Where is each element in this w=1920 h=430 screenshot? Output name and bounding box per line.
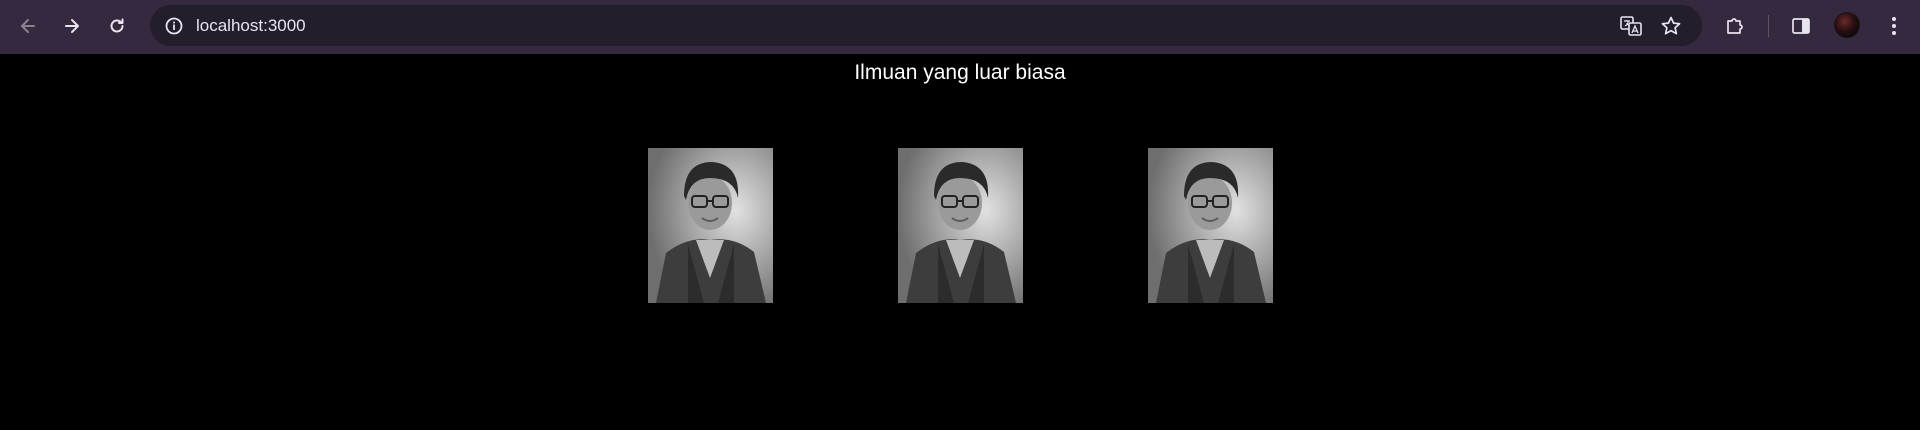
side-panel-button[interactable] <box>1786 11 1816 41</box>
scientist-photo-3 <box>1148 148 1273 303</box>
scientist-photo-1 <box>648 148 773 303</box>
forward-button[interactable] <box>56 10 88 42</box>
site-info-icon <box>165 17 183 35</box>
back-icon <box>21 19 35 33</box>
site-info-button[interactable] <box>162 14 186 38</box>
page-content: Ilmuan yang luar biasa <box>0 54 1920 430</box>
scientist-photo-2 <box>898 148 1023 303</box>
toolbar-divider <box>1768 15 1769 37</box>
forward-icon <box>65 19 79 33</box>
bookmark-button[interactable] <box>1658 13 1684 39</box>
translate-icon <box>1620 16 1642 36</box>
address-bar[interactable]: localhost:3000 <box>150 5 1702 46</box>
side-panel-icon <box>1792 18 1810 34</box>
page-title: Ilmuan yang luar biasa <box>854 61 1066 84</box>
extensions-button[interactable] <box>1720 11 1750 41</box>
browser-toolbar: localhost:3000 <box>0 0 1920 54</box>
translate-button[interactable] <box>1618 13 1644 39</box>
reload-button[interactable] <box>101 10 133 42</box>
more-menu-button[interactable] <box>1879 11 1909 41</box>
bookmark-star-icon <box>1661 16 1681 35</box>
reload-icon <box>110 18 124 33</box>
more-menu-icon <box>1892 17 1896 35</box>
extensions-icon <box>1727 18 1743 34</box>
profile-avatar[interactable] <box>1834 12 1860 38</box>
url-text[interactable]: localhost:3000 <box>196 16 306 36</box>
back-button[interactable] <box>12 10 44 42</box>
